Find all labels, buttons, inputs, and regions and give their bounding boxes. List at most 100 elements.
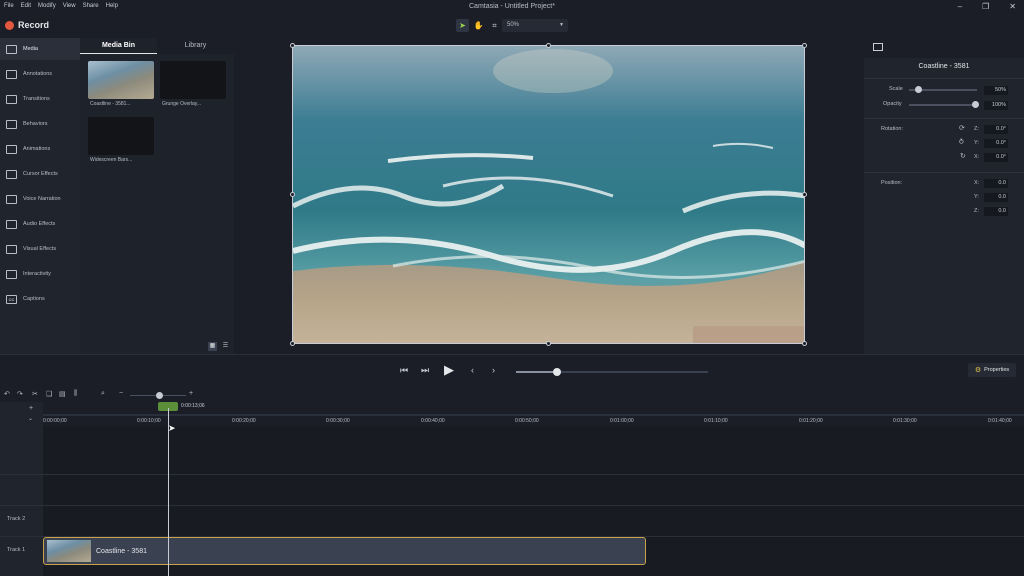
tick-label: 0:01:40;00: [988, 418, 1012, 424]
zoom-out-icon[interactable]: −: [119, 390, 123, 397]
sidebar-item-voice-narration[interactable]: Voice Narration: [0, 188, 80, 210]
track-divider: [0, 505, 1024, 506]
step-back-icon[interactable]: ⏮: [400, 365, 408, 376]
canvas-area: [234, 38, 864, 354]
scrub-progress: [516, 371, 556, 373]
pan-hand-icon[interactable]: ✋: [472, 19, 485, 32]
sidebar-item-captions[interactable]: CC Captions: [0, 288, 80, 310]
resize-handle[interactable]: [802, 341, 807, 346]
copy-icon[interactable]: ❏: [46, 390, 52, 398]
sidebar-item-label: Behaviors: [23, 121, 48, 127]
chevron-down-icon[interactable]: ⌄: [28, 415, 33, 422]
divider: [864, 78, 1024, 79]
rotation-label: Rotation:: [881, 126, 904, 132]
position-y-field[interactable]: 0.0: [984, 193, 1008, 202]
scrub-thumb[interactable]: [553, 368, 561, 376]
next-marker-icon[interactable]: ›: [492, 365, 495, 375]
media-thumbnail-coastline[interactable]: [88, 61, 154, 99]
microphone-icon: [6, 194, 17, 204]
sidebar-item-behaviors[interactable]: Behaviors: [0, 113, 80, 135]
sidebar-item-interactivity[interactable]: Interactivity: [0, 263, 80, 285]
video-preview[interactable]: [292, 45, 805, 344]
tick-label: 0:01:30;00: [893, 418, 917, 424]
cut-icon[interactable]: ✂: [32, 390, 38, 398]
tab-library[interactable]: Library: [157, 38, 234, 54]
select-arrow-icon[interactable]: ➤: [456, 19, 469, 32]
main-toolbar: Record ➤ ✋ ⌗ 50% ▼: [0, 14, 1024, 38]
close-icon[interactable]: ✕: [1009, 2, 1016, 11]
timeline-toolbar: ↶ ↷ ✂ ❏ ▤ ⫼ ⌕ − +: [0, 388, 1024, 402]
tick-label: 0:00:40;00: [421, 418, 445, 424]
sidebar-item-cursor-effects[interactable]: Cursor Effects: [0, 163, 80, 185]
media-tabs: Media Bin Library: [80, 38, 234, 54]
tick-label: 0:00:30;00: [326, 418, 350, 424]
film-icon: [6, 44, 17, 54]
sidebar-item-label: Voice Narration: [23, 196, 61, 202]
sidebar-item-audio-effects[interactable]: Audio Effects: [0, 213, 80, 235]
sidebar-item-visual-effects[interactable]: Visual Effects: [0, 238, 80, 260]
play-icon[interactable]: ▶: [444, 362, 454, 378]
resize-handle[interactable]: [802, 192, 807, 197]
coastline-video-frame: [293, 46, 804, 343]
rotation-x-field[interactable]: 0.0°: [984, 153, 1008, 162]
zoom-in-icon[interactable]: +: [189, 390, 193, 397]
opacity-slider-thumb[interactable]: [972, 101, 979, 108]
divider: [864, 172, 1024, 173]
crop-icon[interactable]: ⌗: [488, 19, 501, 32]
scale-field[interactable]: 50%: [984, 86, 1008, 95]
step-forward-icon[interactable]: ⏭: [421, 365, 429, 376]
tick-label: 0:01:20;00: [799, 418, 823, 424]
resize-handle[interactable]: [546, 43, 551, 48]
media-thumbnail-grunge[interactable]: [160, 61, 226, 99]
add-track-icon[interactable]: +: [29, 405, 33, 412]
axis-x-label: X:: [974, 154, 980, 160]
canvas-tools: ➤ ✋ ⌗: [456, 19, 501, 32]
paste-icon[interactable]: ▤: [59, 390, 66, 398]
minimize-icon[interactable]: –: [958, 2, 962, 11]
grid-view-icon[interactable]: ▦: [208, 342, 217, 351]
position-z-field[interactable]: 0.0: [984, 207, 1008, 216]
sidebar-item-media[interactable]: Media: [0, 38, 80, 60]
resize-handle[interactable]: [802, 43, 807, 48]
position-x-field[interactable]: 0.0: [984, 179, 1008, 188]
resize-handle[interactable]: [546, 341, 551, 346]
properties-button[interactable]: ⚙ Properties: [968, 363, 1016, 377]
resize-handle[interactable]: [290, 43, 295, 48]
record-button[interactable]: Record: [5, 20, 49, 30]
opacity-slider-track[interactable]: [909, 104, 977, 106]
restore-icon[interactable]: ❐: [982, 2, 989, 11]
opacity-field[interactable]: 100%: [984, 101, 1008, 110]
search-icon[interactable]: ⌕: [101, 390, 105, 398]
track-label: Track 1: [7, 547, 26, 553]
media-clip[interactable]: Coastline - 3581: [43, 537, 646, 565]
timeline-zoom-thumb[interactable]: [156, 392, 163, 399]
record-icon: [5, 20, 14, 30]
rotation-y-field[interactable]: 0.0°: [984, 139, 1008, 148]
undo-icon[interactable]: ↶: [4, 390, 10, 398]
sidebar-item-label: Annotations: [23, 71, 53, 77]
transition-icon: [6, 94, 17, 104]
redo-icon[interactable]: ↷: [17, 390, 23, 398]
visual-properties-icon[interactable]: [873, 43, 883, 51]
zoom-value: 50%: [507, 22, 520, 28]
properties-header: [864, 38, 1024, 58]
sidebar-item-transitions[interactable]: Transitions: [0, 88, 80, 110]
zoom-dropdown[interactable]: 50% ▼: [502, 19, 568, 32]
opacity-label: Opacity: [883, 101, 902, 107]
sidebar-item-label: Cursor Effects: [23, 171, 58, 177]
sidebar-item-annotations[interactable]: Annotations: [0, 63, 80, 85]
sidebar-item-animations[interactable]: Animations: [0, 138, 80, 160]
app-title: Camtasia - Untitled Project*: [469, 3, 555, 10]
split-icon[interactable]: ⫼: [74, 390, 77, 398]
tab-media-bin[interactable]: Media Bin: [80, 38, 157, 54]
resize-handle[interactable]: [290, 192, 295, 197]
list-view-icon[interactable]: ☰: [221, 342, 230, 351]
sidebar-item-label: Captions: [23, 296, 45, 302]
media-thumbnail-widescreen[interactable]: [88, 117, 154, 155]
rotation-z-field[interactable]: 0.0°: [984, 125, 1008, 134]
playback-controls: ⏮ ⏭ ▶ ‹ › ⚙ Properties: [0, 354, 1024, 388]
resize-handle[interactable]: [290, 341, 295, 346]
scale-slider-thumb[interactable]: [915, 86, 922, 93]
previous-marker-icon[interactable]: ‹: [471, 365, 474, 375]
rotate-z-icon: ⟳: [959, 125, 965, 132]
